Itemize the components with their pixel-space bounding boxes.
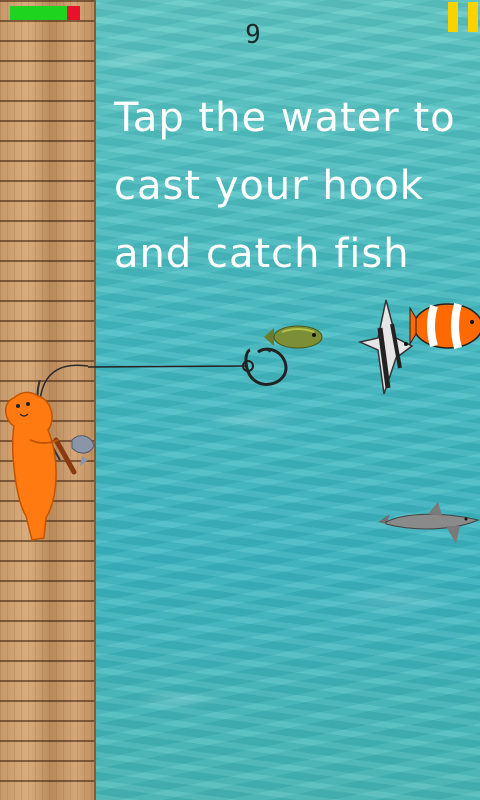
shark[interactable]: [376, 500, 480, 546]
fishing-line-string: [87, 365, 249, 368]
seal-fisher: [5, 380, 95, 541]
green-fish[interactable]: [262, 322, 324, 352]
angelfish[interactable]: [356, 298, 416, 400]
caught-fish: [71, 435, 95, 466]
clownfish[interactable]: [408, 294, 480, 358]
